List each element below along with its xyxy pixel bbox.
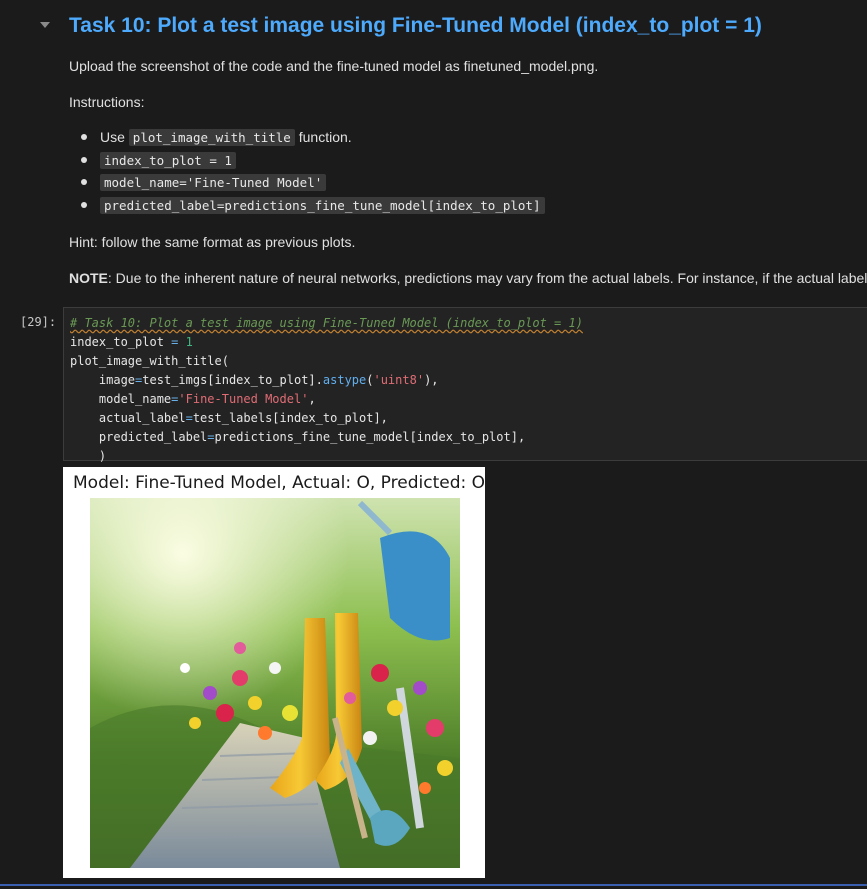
bullet-icon [81, 179, 87, 185]
note-paragraph: NOTE: Due to the inherent nature of neur… [69, 270, 867, 286]
code-text[interactable]: # Task 10: Plot a test image using Fine-… [70, 314, 583, 466]
code-cell-editor[interactable]: # Task 10: Plot a test image using Fine-… [63, 307, 867, 463]
bullet-icon [81, 201, 87, 208]
execution-count: [29]: [20, 315, 57, 329]
upload-instruction: Upload the screenshot of the code and th… [69, 58, 599, 74]
note-label: NOTE [69, 270, 108, 286]
inline-code: model_name='Fine-Tuned Model' [100, 174, 327, 191]
instructions-label: Instructions: [69, 94, 145, 110]
inline-code: plot_image_with_title [128, 129, 295, 146]
list-item: Use plot_image_with_title function. [69, 126, 545, 149]
output-figure: Model: Fine-Tuned Model, Actual: O, Pred… [63, 467, 485, 878]
figure-title: Model: Fine-Tuned Model, Actual: O, Pred… [73, 473, 485, 493]
hint-text: Hint: follow the same format as previous… [69, 234, 356, 250]
inline-code: index_to_plot = 1 [100, 151, 236, 169]
inline-code: predicted_label=predictions_fine_tune_mo… [100, 196, 545, 214]
list-item: predicted_label=predictions_fine_tune_mo… [69, 194, 545, 217]
list-item: index_to_plot = 1 [69, 149, 545, 172]
note-text: : Due to the inherent nature of neural n… [107, 270, 867, 286]
list-item: model_name='Fine-Tuned Model' [69, 171, 545, 194]
bullet-icon [81, 156, 87, 163]
task-title: Task 10: Plot a test image using Fine-Tu… [69, 14, 762, 37]
instruction-list: Use plot_image_with_title function. inde… [69, 126, 545, 216]
cell-divider [0, 884, 867, 886]
code-comment: # Task 10: Plot a test image using Fine-… [70, 316, 583, 330]
bullet-icon [81, 134, 87, 140]
garden-image [90, 498, 460, 868]
collapse-caret-icon[interactable] [40, 22, 50, 28]
